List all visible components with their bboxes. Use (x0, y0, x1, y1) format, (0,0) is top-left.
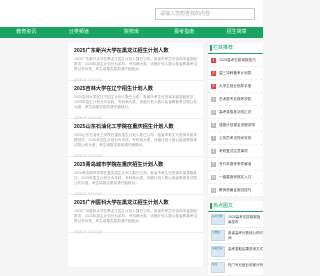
nav-item-enrollment[interactable]: 招生简章 (210, 27, 263, 38)
rank-link[interactable]: 艺术类专业报考须知 (219, 97, 251, 102)
hot-link[interactable]: 热门专业就业前景分析 (228, 263, 263, 273)
article-list: 2025广东新兴大学在黑龙江招生计划人数 2025广东新兴大学在黑龙江招生计划人… (68, 43, 203, 267)
article-excerpt: 2025广州医科大学在黑龙江招生计划人数已公布，各省市考生可查询本省录取批次，2… (74, 209, 197, 223)
rank-number: 4 (211, 96, 216, 102)
rank-link[interactable]: 高考录取批次线汇总 (219, 110, 251, 115)
rank-item[interactable]: 10 一级建造师报名入口 (208, 171, 263, 184)
rank-link[interactable]: 考研复试注意事项 (219, 149, 248, 154)
thumbnail-image[interactable]: 专业 (211, 262, 225, 273)
rank-item[interactable]: 7 公务员考试时间安排 (208, 132, 263, 145)
rank-number: 5 (211, 109, 216, 115)
rank-item[interactable]: 11 教师资格证面试技巧 (208, 184, 263, 197)
article-item[interactable]: 2025吉林大学在辽宁招生计划人数 2025吉林大学在辽宁招生计划人数已公布，各… (68, 81, 203, 120)
rank-panel: 栏目推荐 1 2025高考志愿填报技巧 2 高三冲刺备考计划表 3 大学生就业指导手册… (208, 43, 263, 197)
sidebar: 栏目推荐 1 2025高考志愿填报技巧 2 高三冲刺备考计划表 3 大学生就业指导手册… (208, 43, 263, 276)
top-bar: 请输入您想查找的内容 (0, 0, 263, 27)
article-title[interactable]: 2025青岛城市学院在重庆招生计划人数 (74, 161, 197, 168)
rank-item[interactable]: 6 强基计划报名流程说明 (208, 119, 263, 132)
hot-panel-title: 热点图文 (208, 201, 263, 212)
thumbnail-image[interactable]: 高考志愿 (211, 214, 225, 225)
nav-item-news[interactable]: 教育资讯 (0, 27, 53, 38)
hot-item[interactable]: 专业 热门专业就业前景分析 (208, 260, 263, 276)
hot-link[interactable]: 2025高考志愿填报指南发布 (228, 215, 263, 225)
rank-item[interactable]: 9 专升本报考条件解读 (208, 158, 263, 171)
article-title[interactable]: 2025山东石油化工学院在重庆招生计划人数 (74, 123, 197, 130)
hot-panel: 热点图文 高考志愿 2025高考志愿填报指南发布 分数线 各省高考分数线公布时间 录… (208, 201, 263, 276)
article-item[interactable]: 2025青岛城市学院在重庆招生计划人数 2025青岛城市学院在重庆招生计划人数已… (68, 157, 203, 196)
article-excerpt: 2025山东石油化工学院在重庆招生计划人数已公布，各省市考生可查询本省录取批次，… (74, 133, 197, 147)
rank-link[interactable]: 专升本报考条件解读 (219, 162, 251, 167)
article-excerpt: 2025吉林大学在辽宁招生计划人数已公布，各省市考生可查询本省录取批次，2025… (74, 95, 197, 109)
rank-number: 7 (211, 135, 216, 141)
rank-link[interactable]: 高三冲刺备考计划表 (219, 71, 251, 76)
hot-item[interactable]: 分数线 各省高考分数线公布时间 (208, 228, 263, 244)
rank-item[interactable]: 8 考研复试注意事项 (208, 145, 263, 158)
rank-link[interactable]: 一级建造师报名入口 (219, 175, 251, 180)
main-nav: 教育资讯 分类频道 院校库 报考指南 招生简章 (0, 27, 263, 38)
rank-link[interactable]: 强基计划报名流程说明 (219, 123, 255, 128)
article-excerpt: 2025广东新兴大学在黑龙江招生计划人数已公布，各省市考生可查询本省录取批次，2… (74, 57, 197, 71)
thumbnail-image[interactable]: 录取查询 (211, 246, 225, 257)
rank-item[interactable]: 3 大学生就业指导手册 (208, 80, 263, 93)
article-title[interactable]: 2025广东新兴大学在黑龙江招生计划人数 (74, 47, 197, 54)
rank-panel-title: 栏目推荐 (208, 43, 263, 54)
article-excerpt: 2025青岛城市学院在重庆招生计划人数已公布，各省市考生可查询本省录取批次，20… (74, 171, 197, 185)
rank-link[interactable]: 公务员考试时间安排 (219, 136, 251, 141)
rank-number: 6 (211, 122, 216, 128)
rank-link[interactable]: 教师资格证面试技巧 (219, 188, 251, 193)
thumbnail-image[interactable]: 分数线 (211, 230, 225, 241)
article-date: 2025-07-24 10:18 (74, 230, 102, 234)
article-item[interactable]: 2025广东新兴大学在黑龙江招生计划人数 2025广东新兴大学在黑龙江招生计划人… (68, 43, 203, 82)
rank-link[interactable]: 大学生就业指导手册 (219, 84, 251, 89)
article-item[interactable]: 2025山东石油化工学院在重庆招生计划人数 2025山东石油化工学院在重庆招生计… (68, 119, 203, 158)
nav-item-guide[interactable]: 报考指南 (158, 27, 211, 38)
nav-item-category[interactable]: 分类频道 (53, 27, 106, 38)
article-title[interactable]: 2025广州医科大学在黑龙江招生计划人数 (74, 199, 197, 206)
rank-item[interactable]: 2 高三冲刺备考计划表 (208, 67, 263, 80)
rank-item[interactable]: 1 2025高考志愿填报技巧 (208, 54, 263, 67)
article-item[interactable]: 2025广州医科大学在黑龙江招生计划人数 2025广州医科大学在黑龙江招生计划人… (68, 195, 203, 234)
rank-number: 10 (211, 174, 216, 180)
rank-number: 8 (211, 148, 216, 154)
rank-number: 9 (211, 161, 216, 167)
rank-number: 3 (211, 83, 216, 89)
rank-item[interactable]: 5 高考录取批次线汇总 (208, 106, 263, 119)
hot-link[interactable]: 各省高考分数线公布时间 (228, 231, 263, 241)
hot-item[interactable]: 录取查询 高考录取结果查询方式 (208, 244, 263, 260)
rank-number: 11 (211, 187, 216, 193)
nav-item-colleges[interactable]: 院校库 (105, 27, 158, 38)
hot-item[interactable]: 高考志愿 2025高考志愿填报指南发布 (208, 212, 263, 228)
rank-number: 2 (211, 70, 216, 76)
article-title[interactable]: 2025吉林大学在辽宁招生计划人数 (74, 85, 197, 92)
rank-link[interactable]: 2025高考志愿填报技巧 (219, 58, 256, 63)
rank-item[interactable]: 4 艺术类专业报考须知 (208, 93, 263, 106)
rank-number: 1 (211, 57, 216, 63)
hot-link[interactable]: 高考录取结果查询方式 (228, 247, 263, 257)
search-input[interactable]: 请输入您想查找的内容 (155, 8, 255, 20)
